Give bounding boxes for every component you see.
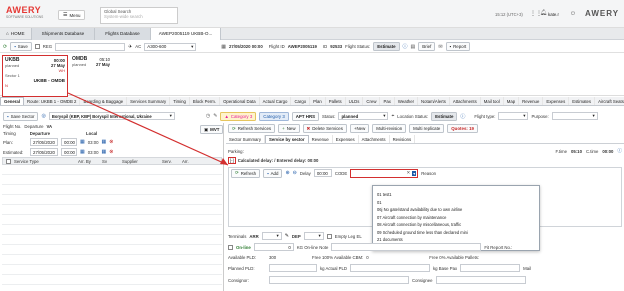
- annotation-arrow-line: [67, 92, 229, 166]
- annotation-arrow: [67, 92, 229, 166]
